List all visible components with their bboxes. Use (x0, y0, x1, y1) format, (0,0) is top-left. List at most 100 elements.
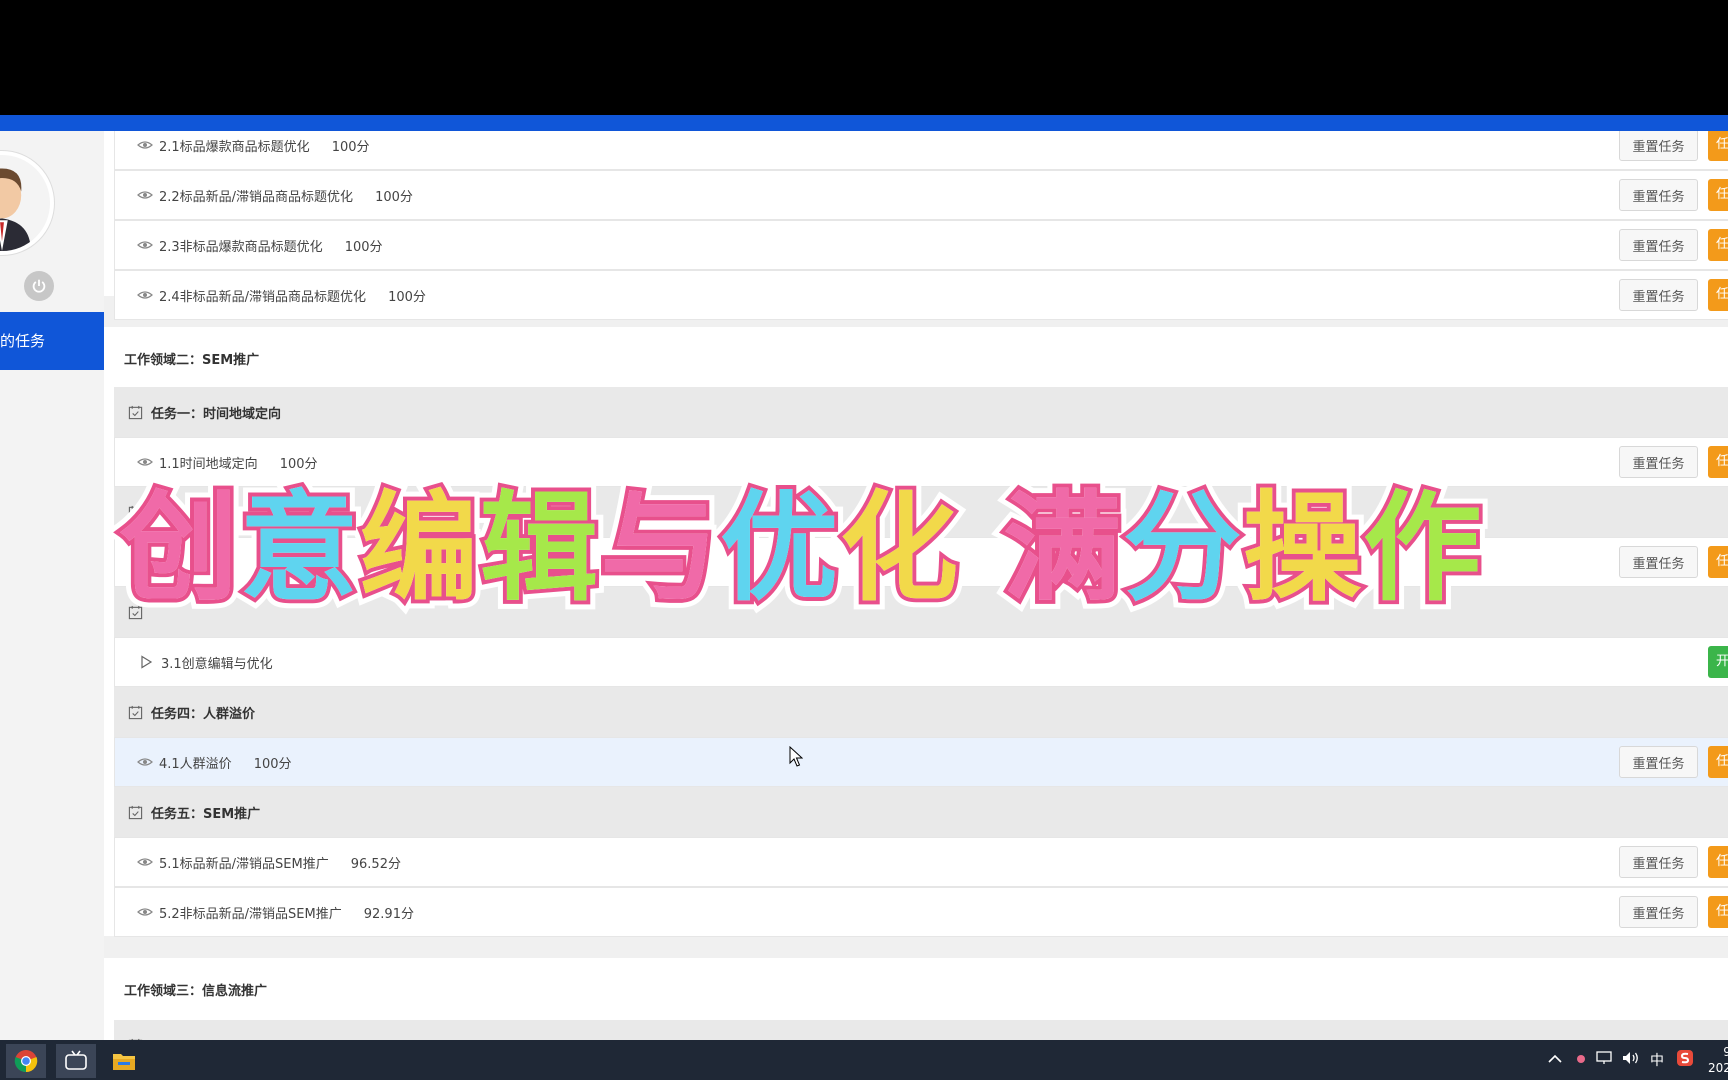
task-name: 5.1标品新品/滞销品SEM推广 (159, 856, 329, 872)
os-taskbar: 中 9 202 (0, 1040, 1728, 1080)
taskbar-video-recorder[interactable] (56, 1044, 96, 1078)
reset-task-button[interactable]: 重置任务 (1619, 746, 1698, 778)
task-title: 任务一：时间地域定向 (151, 406, 282, 422)
reset-task-button[interactable]: 重置任务 (1619, 446, 1698, 478)
task-action-button[interactable]: 任 (1708, 896, 1728, 928)
play-icon (141, 655, 153, 669)
top-black-bar (0, 0, 1728, 115)
power-icon (32, 279, 46, 293)
work-area-3-panel: 工作领域三：信息流推广 (104, 958, 1728, 1040)
eye-icon (137, 291, 153, 299)
eye-icon (137, 908, 153, 916)
work-area-2-panel: 工作领域二：SEM推广 任务一：时间地域定向 1.1时间地域定向 100分 重置… (104, 327, 1728, 937)
calendar-check-icon (128, 405, 143, 419)
task-action-button[interactable]: 任 (1708, 546, 1728, 578)
chrome-icon (14, 1050, 38, 1073)
task-score: 100分 (344, 239, 383, 255)
sogou-icon[interactable] (1676, 1049, 1694, 1071)
eye-icon (137, 141, 153, 149)
power-button[interactable] (24, 271, 54, 301)
task-name: 2.3非标品爆款商品标题优化 (159, 239, 323, 255)
task-row[interactable]: 4.1人群溢价 100分 (114, 737, 1728, 787)
reset-task-button[interactable]: 重置任务 (1619, 846, 1698, 878)
caption-char: 分 (1119, 475, 1245, 621)
ime-indicator[interactable]: 中 (1650, 1050, 1664, 1070)
taskbar-chrome[interactable] (6, 1044, 46, 1078)
task-action-button[interactable]: 任 (1708, 229, 1728, 261)
caption-char: 作 (1359, 475, 1485, 621)
task-title: 任务四：人群溢价 (151, 706, 256, 722)
system-tray: 中 9 202 (1548, 1040, 1728, 1080)
work-area-title: 工作领域三：信息流推广 (124, 984, 268, 999)
caption-char: 优 (716, 475, 842, 621)
task-action-button[interactable]: 任 (1708, 446, 1728, 478)
reset-task-button[interactable]: 重置任务 (1619, 896, 1698, 928)
task-row[interactable]: 2.4非标品新品/滞销品商品标题优化 100分 (114, 270, 1728, 320)
clock[interactable]: 9 202 (1708, 1044, 1728, 1076)
folder-icon (113, 1054, 135, 1070)
clock-date: 202 (1708, 1061, 1728, 1075)
reset-task-button[interactable]: 重置任务 (1619, 229, 1698, 261)
video-caption-overlay: 创意编辑与优化 满分操作 创意编辑与优化 满分操作 (111, 452, 1490, 626)
caption-char: 化 (836, 475, 962, 621)
task-name: 2.4非标品新品/滞销品商品标题优化 (159, 289, 367, 305)
task-header: 任务一：时间地域定向 (114, 387, 1728, 437)
task-score: 100分 (375, 189, 413, 205)
task-name: 4.1人群溢价 (159, 756, 232, 772)
eye-icon (137, 758, 153, 766)
calendar-check-icon (128, 705, 143, 719)
task-score: 100分 (331, 139, 370, 155)
sidebar: 的任务 (0, 131, 104, 1040)
task-row[interactable]: 5.1标品新品/滞销品SEM推广 96.52分 (114, 837, 1728, 887)
task-name: 2.2标品新品/滞销品商品标题优化 (159, 189, 354, 205)
record-dot-icon[interactable] (1576, 1052, 1586, 1068)
sidebar-item-my-tasks[interactable]: 的任务 (0, 312, 104, 370)
caption-char: 创 (116, 475, 242, 621)
task-row[interactable]: 2.3非标品爆款商品标题优化 100分 (114, 220, 1728, 270)
task-header (114, 1020, 1728, 1040)
calendar-check-icon (128, 805, 143, 819)
caption-char: 满 (999, 475, 1125, 621)
task-header: 任务四：人群溢价 (114, 687, 1728, 737)
caption-char (960, 479, 1003, 617)
network-icon[interactable] (1596, 1051, 1612, 1069)
taskbar-file-explorer[interactable] (104, 1044, 144, 1078)
tv-icon (65, 1050, 87, 1070)
task-row[interactable]: 3.1创意编辑与优化 (114, 637, 1728, 687)
task-action-button[interactable]: 任 (1708, 846, 1728, 878)
task-row[interactable]: 5.2非标品新品/滞销品SEM推广 92.91分 (114, 887, 1728, 937)
work-area-title: 工作领域二：SEM推广 (124, 353, 260, 368)
clock-time: 9 (1723, 1045, 1728, 1059)
task-header: 任务五：SEM推广 (114, 787, 1728, 837)
task-name: 5.2非标品新品/滞销品SEM推广 (159, 906, 342, 922)
reset-task-button[interactable]: 重置任务 (1619, 131, 1698, 161)
reset-task-button[interactable]: 重置任务 (1619, 179, 1698, 211)
volume-icon[interactable] (1622, 1051, 1640, 1069)
task-score: 100分 (253, 756, 292, 772)
caption-text: 创意编辑与优化 满分操作 (116, 452, 1485, 623)
caption-char: 意 (236, 475, 362, 621)
task-score: 96.52分 (350, 856, 401, 872)
mouse-cursor-icon (789, 746, 803, 767)
avatar-icon (0, 155, 50, 251)
task-name: 3.1创意编辑与优化 (161, 656, 273, 672)
task-title: 任务五：SEM推广 (151, 806, 261, 822)
start-task-button[interactable]: 开 (1708, 646, 1728, 678)
caption-char: 与 (596, 475, 722, 621)
reset-task-button[interactable]: 重置任务 (1619, 279, 1698, 311)
task-score: 92.91分 (363, 906, 414, 922)
eye-icon (137, 858, 153, 866)
task-row[interactable]: 2.1标品爆款商品标题优化 100分 (114, 131, 1728, 170)
avatar[interactable] (0, 151, 54, 255)
chevron-up-icon[interactable] (1548, 1052, 1562, 1068)
task-action-button[interactable]: 任 (1708, 131, 1728, 161)
task-name: 2.1标品爆款商品标题优化 (159, 139, 310, 155)
task-action-button[interactable]: 任 (1708, 746, 1728, 778)
task-action-button[interactable]: 任 (1708, 279, 1728, 311)
caption-char: 编 (356, 475, 482, 621)
task-row[interactable]: 2.2标品新品/滞销品商品标题优化 100分 (114, 170, 1728, 220)
task-action-button[interactable]: 任 (1708, 179, 1728, 211)
reset-task-button[interactable]: 重置任务 (1619, 546, 1698, 578)
eye-icon (137, 241, 153, 249)
caption-char: 操 (1239, 475, 1365, 621)
